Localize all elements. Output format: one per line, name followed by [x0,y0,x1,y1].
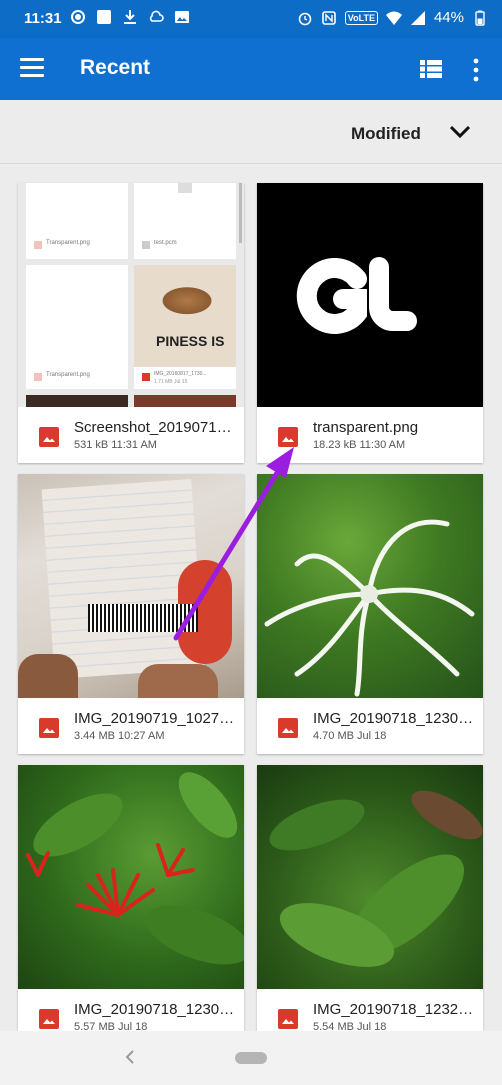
thumb-tile-label: Transparent.png [46,372,90,378]
file-name: IMG_20190719_102700.jpg [74,710,238,727]
gt-logo [296,257,417,334]
nfc-icon [321,10,336,25]
system-icons: VoLTE 44% [297,9,488,26]
flower-illustration [264,519,475,697]
file-thumbnail [257,765,483,989]
battery-icon [475,10,485,26]
file-thumbnail [18,765,244,989]
back-icon[interactable] [122,1049,138,1065]
status-bar: 11:31 VoLTE 44% [0,0,502,38]
file-thumbnail [257,474,483,698]
signal-icon [410,10,425,25]
cloud-icon [149,10,164,22]
file-thumbnail [257,183,483,407]
thumb-tile-label: IMG_20160817_1730... [154,371,207,377]
alarm-icon [298,12,312,25]
record-icon [71,10,85,24]
navigation-bar [0,1031,502,1085]
file-meta: IMG_20190718_123001.jpg 5.57 MB Jul 18 [18,989,244,1031]
file-name: IMG_20190718_123200.jpg [313,1001,477,1018]
volte-badge: VoLTE [344,10,378,25]
hamburger-menu-icon[interactable] [20,58,44,80]
file-name: transparent.png [313,419,419,436]
thumb-tile: Transparent.png [26,183,128,259]
thumb-tile-sub: 1.71 MB Jul 15 [154,379,188,385]
file-meta: IMG_20190718_123000.jpg 4.70 MB Jul 18 [257,698,483,754]
app-square-icon [97,10,111,24]
file-thumbnail [18,474,244,698]
status-time: 11:31 [24,10,62,27]
file-info: 5.54 MB Jul 18 [313,1021,387,1031]
download-icon [124,10,136,24]
image-icon [278,1009,298,1029]
file-card[interactable]: IMG_20190718_123000.jpg 4.70 MB Jul 18 [257,474,483,754]
chevron-down-icon[interactable] [449,124,471,140]
image-icon [278,718,298,738]
file-grid: Transparent.png test.pcm Transparent.png… [0,165,502,1031]
page-title: Recent [80,56,151,79]
thumb-tile: test.pcm [134,183,236,259]
file-card[interactable]: IMG_20190719_102700.jpg 3.44 MB 10:27 AM [18,474,244,754]
file-info: 4.70 MB Jul 18 [313,730,387,742]
file-card[interactable]: Transparent.png test.pcm Transparent.png… [18,183,244,463]
thumb-tile-label: Transparent.png [46,240,90,246]
file-info: 531 kB 11:31 AM [74,439,157,451]
file-meta: IMG_20190719_102700.jpg 3.44 MB 10:27 AM [18,698,244,754]
image-icon [39,718,59,738]
file-info: 3.44 MB 10:27 AM [74,730,165,742]
home-pill[interactable] [235,1052,267,1064]
file-info: 5.57 MB Jul 18 [74,1021,148,1031]
file-meta: Screenshot_20190719_113110.png 531 kB 11… [18,407,244,463]
image-icon [39,427,59,447]
file-meta: IMG_20190718_123200.jpg 5.54 MB Jul 18 [257,989,483,1031]
file-thumbnail: Transparent.png test.pcm Transparent.png… [18,183,244,407]
leaves-illustration [269,790,483,967]
list-view-icon[interactable] [420,60,442,78]
thumb-tile-label: test.pcm [154,240,177,246]
file-card[interactable]: IMG_20190718_123200.jpg 5.54 MB Jul 18 [257,765,483,1031]
file-meta: transparent.png 18.23 kB 11:30 AM [257,407,483,463]
file-name: IMG_20190718_123001.jpg [74,1001,238,1018]
notification-icons [70,9,190,25]
more-vert-icon[interactable] [470,58,482,82]
file-card[interactable]: IMG_20190718_123001.jpg 5.57 MB Jul 18 [18,765,244,1031]
battery-percent: 44% [433,9,464,26]
file-info: 18.23 kB 11:30 AM [313,439,406,451]
image-icon [278,427,298,447]
file-card[interactable]: transparent.png 18.23 kB 11:30 AM [257,183,483,463]
sort-label[interactable]: Modified [351,124,421,144]
file-name: IMG_20190718_123000.jpg [313,710,477,727]
sort-bar: Modified [0,100,502,164]
thumb-tile: Transparent.png [26,265,128,389]
app-bar: Recent [0,38,502,100]
wifi-icon [385,11,402,25]
thumb-tile: PINESS IS IMG_20160817_1730... 1.71 MB J… [134,265,236,389]
gallery-icon [175,11,189,23]
flower-illustration [26,772,244,965]
file-name: Screenshot_20190719_113110.png [74,419,238,436]
image-icon [39,1009,59,1029]
